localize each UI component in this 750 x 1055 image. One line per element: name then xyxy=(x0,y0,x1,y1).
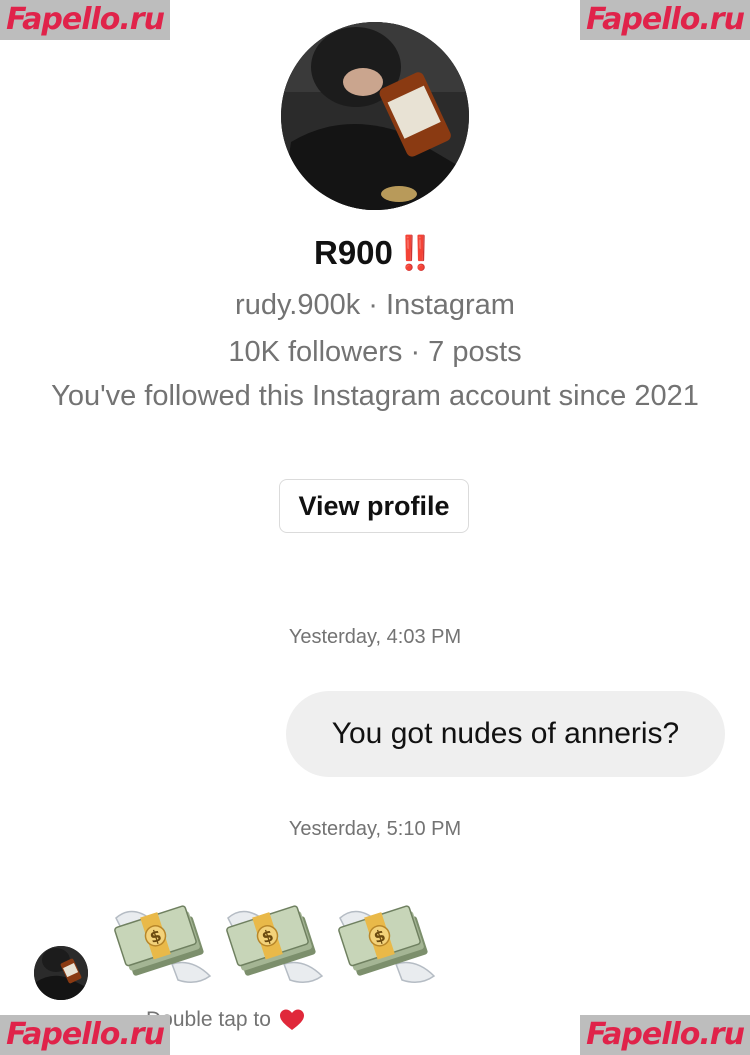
money-with-wings-icon: $ xyxy=(112,898,214,994)
incoming-emoji-message[interactable]: $ $ $ xyxy=(112,898,438,994)
double-exclamation-emoji: ‼️ xyxy=(394,234,436,271)
view-profile-button[interactable]: View profile xyxy=(279,479,469,533)
watermark-bottom-right: Fapello.ru xyxy=(580,1015,750,1055)
heart-icon xyxy=(279,1008,305,1032)
watermark-bottom-left: Fapello.ru xyxy=(0,1015,170,1055)
profile-display-name: R900‼️ xyxy=(0,234,750,273)
watermark-top-left: Fapello.ru xyxy=(0,0,170,40)
money-with-wings-icon: $ xyxy=(224,898,326,994)
display-name-text: R900 xyxy=(314,234,393,271)
avatar-photo-icon xyxy=(281,22,469,210)
money-with-wings-icon: $ xyxy=(336,898,438,994)
watermark-top-right: Fapello.ru xyxy=(580,0,750,40)
profile-stats-line: 10K followers · 7 posts xyxy=(228,336,522,368)
profile-avatar[interactable] xyxy=(281,22,469,210)
outgoing-message-bubble[interactable]: You got nudes of anneris? xyxy=(286,691,725,777)
message-timestamp: Yesterday, 5:10 PM xyxy=(288,818,462,840)
followed-since-line: You've followed this Instagram account s… xyxy=(51,380,699,412)
profile-handle-line: rudy.900k · Instagram xyxy=(235,289,515,321)
sender-avatar[interactable] xyxy=(34,946,88,1000)
avatar-photo-icon xyxy=(34,946,88,1000)
outgoing-message-text: You got nudes of anneris? xyxy=(331,717,680,750)
message-timestamp: Yesterday, 4:03 PM xyxy=(288,626,462,648)
